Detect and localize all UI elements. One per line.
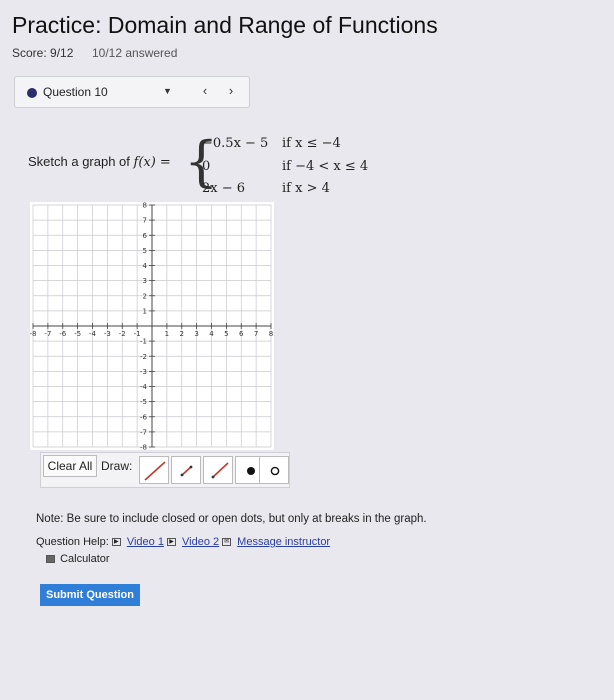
y-tick-label: -2 bbox=[140, 353, 147, 361]
y-tick-label: 3 bbox=[143, 277, 147, 285]
x-tick-label: 4 bbox=[209, 330, 214, 338]
piece-cond-3: if x > 4 bbox=[282, 181, 330, 196]
y-tick-label: -6 bbox=[140, 413, 148, 421]
caret-down-icon[interactable]: ▼ bbox=[163, 86, 172, 96]
calculator-icon bbox=[46, 555, 55, 564]
segment-tool-icon[interactable] bbox=[171, 456, 201, 484]
clear-all-button[interactable]: Clear All bbox=[43, 455, 97, 477]
graph-canvas[interactable]: -8 -7 -6 -5 -4 -3 -2 -1 1 2 3 4 5 6 7 887654321-1-2-3-4… bbox=[30, 202, 274, 450]
function-name: f(x) = bbox=[133, 155, 171, 170]
x-tick-label: 1 bbox=[165, 330, 169, 338]
y-tick-label: 4 bbox=[143, 262, 148, 270]
score-text: Score: 9/12 bbox=[12, 46, 74, 60]
submit-question-button[interactable]: Submit Question bbox=[40, 584, 140, 606]
page-title: Practice: Domain and Range of Functions bbox=[12, 12, 438, 38]
piece-expr-1: −0.5x − 5 bbox=[202, 136, 269, 151]
x-tick-label: 6 bbox=[239, 330, 244, 338]
y-tick-label: 6 bbox=[143, 232, 148, 240]
piece-expr-2: 0 bbox=[202, 159, 211, 174]
video-2-link[interactable]: Video 2 bbox=[182, 536, 219, 548]
x-tick-label: -7 bbox=[44, 330, 51, 338]
question-select[interactable]: Question 10 bbox=[43, 85, 108, 99]
draw-label: Draw: bbox=[101, 459, 133, 473]
help-label: Question Help: bbox=[36, 536, 109, 548]
answered-count: 10/12 answered bbox=[92, 46, 178, 60]
question-status-dot bbox=[27, 88, 37, 98]
y-tick-label: -7 bbox=[140, 428, 147, 436]
video-icon: ▶ bbox=[167, 538, 176, 547]
x-tick-label: -2 bbox=[119, 330, 126, 338]
question-help: Question Help: ▶ Video 1 ▶ Video 2 ✉ Messag… bbox=[36, 536, 330, 548]
x-tick-label: -3 bbox=[104, 330, 111, 338]
video-1-link[interactable]: Video 1 bbox=[127, 536, 164, 548]
y-tick-label: -5 bbox=[140, 398, 147, 406]
x-tick-label: 7 bbox=[254, 330, 258, 338]
y-tick-label: -8 bbox=[140, 444, 147, 451]
x-tick-label: -4 bbox=[89, 330, 97, 338]
open-dot-icon[interactable] bbox=[259, 456, 289, 484]
calculator-label: Calculator bbox=[60, 553, 110, 565]
chevron-left-icon[interactable]: ‹ bbox=[195, 83, 215, 98]
y-tick-label: 7 bbox=[143, 217, 147, 225]
note-text: Note: Be sure to include closed or open … bbox=[36, 513, 427, 525]
y-tick-label: 2 bbox=[143, 292, 147, 300]
piece-cond-1: if x ≤ −4 bbox=[282, 136, 341, 151]
practice-page: Practice: Domain and Range of Functions … bbox=[0, 0, 614, 700]
piece-cond-2: if −4 < x ≤ 4 bbox=[282, 159, 369, 174]
message-instructor-link[interactable]: Message instructor bbox=[237, 536, 330, 548]
x-tick-label: 3 bbox=[194, 330, 198, 338]
y-tick-label: -4 bbox=[140, 383, 148, 391]
line-tool-icon[interactable] bbox=[139, 456, 169, 484]
chevron-right-icon[interactable]: › bbox=[221, 83, 241, 98]
question-navigator: Question 10 ▼ ‹ › bbox=[14, 76, 250, 108]
y-tick-label: 8 bbox=[143, 202, 147, 210]
draw-toolbar: Clear All Draw: bbox=[40, 452, 290, 488]
y-tick-label: 1 bbox=[143, 307, 147, 315]
x-tick-label: -5 bbox=[74, 330, 81, 338]
calculator-link[interactable]: Calculator bbox=[46, 553, 110, 565]
video-icon: ▶ bbox=[111, 538, 121, 547]
y-tick-label: 5 bbox=[143, 247, 147, 255]
x-tick-label: 2 bbox=[180, 330, 184, 338]
x-tick-label: 8 bbox=[269, 330, 273, 338]
piece-expr-3: 2x − 6 bbox=[202, 181, 246, 196]
x-tick-label: -6 bbox=[59, 330, 67, 338]
problem-prompt: Sketch a graph of f(x) = bbox=[28, 154, 171, 170]
y-tick-label: -3 bbox=[140, 368, 147, 376]
y-tick-label: -1 bbox=[140, 338, 147, 346]
ray-tool-icon[interactable] bbox=[203, 456, 233, 484]
x-tick-label: -8 bbox=[30, 330, 36, 338]
x-tick-label: 5 bbox=[224, 330, 228, 338]
prompt-text: Sketch a graph of bbox=[28, 154, 134, 169]
mail-icon: ✉ bbox=[222, 538, 232, 547]
